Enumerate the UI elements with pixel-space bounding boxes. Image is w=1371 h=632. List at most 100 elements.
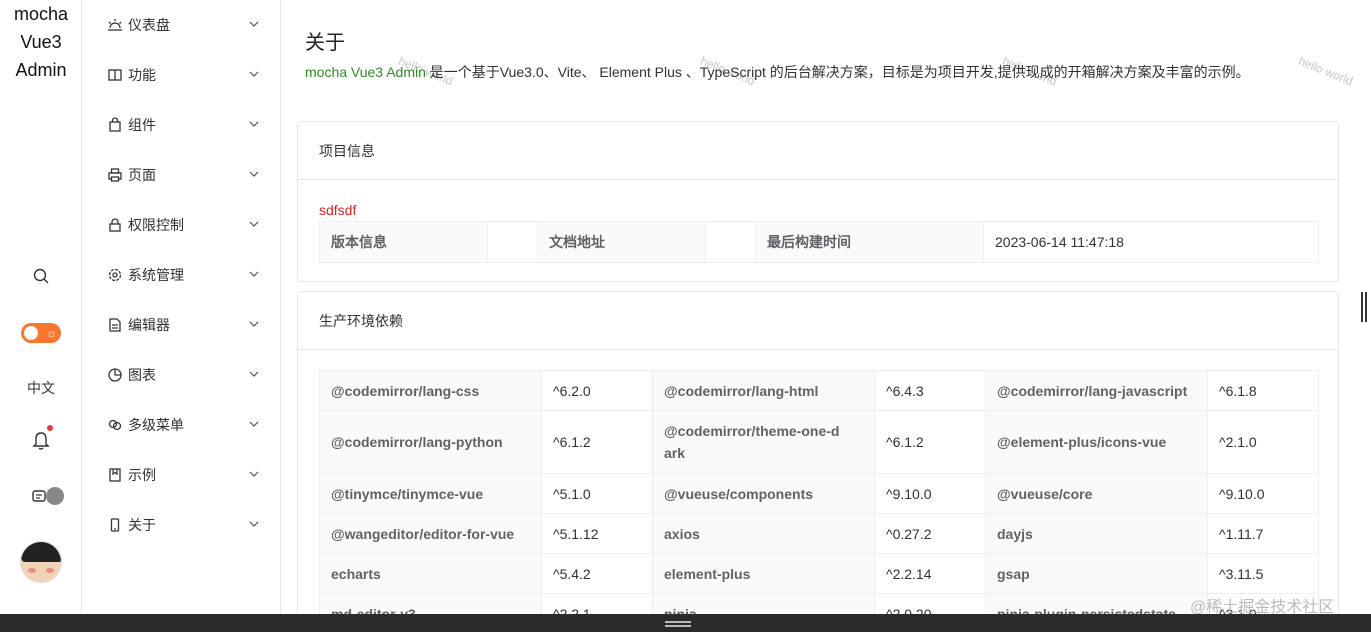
chevron-down-icon — [249, 221, 259, 227]
table-row: @wangeditor/editor-for-vue ^5.1.12 axios… — [319, 513, 1319, 554]
chevron-down-icon — [249, 121, 259, 127]
chevron-down-icon — [249, 21, 259, 27]
build-time-value: 2023-06-14 11:47:18 — [983, 221, 1319, 263]
avatar[interactable] — [20, 541, 62, 583]
theme-switch[interactable]: ☼ — [21, 323, 61, 343]
horizontal-resize-handle[interactable] — [665, 621, 691, 627]
version-label: 版本信息 — [319, 221, 488, 263]
sidebar-item-pages[interactable]: 页面 — [82, 150, 281, 200]
sidebar-item-features[interactable]: 功能 — [82, 50, 281, 100]
message-button[interactable] — [0, 481, 82, 513]
dependencies-card: 生产环境依赖 @codemirror/lang-css ^6.2.0 @code… — [297, 291, 1339, 614]
sidebar-item-multilevel[interactable]: 多级菜单 — [82, 400, 281, 450]
dep-name: axios — [652, 513, 875, 554]
avatar-cheek-right — [46, 568, 54, 573]
sidebar-item-label: 多级菜单 — [128, 417, 184, 433]
table-row: @codemirror/lang-python ^6.1.2 @codemirr… — [319, 410, 1319, 474]
dep-name: gsap — [985, 553, 1208, 594]
sidebar-item-label: 示例 — [128, 467, 156, 483]
dep-version: ^6.4.3 — [874, 370, 986, 411]
avatar-cheek-left — [28, 568, 36, 573]
notification-button[interactable] — [0, 425, 82, 457]
docs-label: 文档地址 — [537, 221, 706, 263]
app-logo[interactable]: mocha Vue3 Admin — [0, 0, 82, 84]
switch-knob — [24, 326, 38, 340]
shopping-bag-icon — [106, 116, 124, 134]
dep-version: ^0.27.2 — [874, 513, 986, 554]
chevron-down-icon — [249, 521, 259, 527]
dep-version: ^2.2.14 — [874, 553, 986, 594]
sidebar-item-examples[interactable]: 示例 — [82, 450, 281, 500]
sidebar-item-editor[interactable]: 编辑器 — [82, 300, 281, 350]
sidebar-item-dashboard[interactable]: 仪表盘 — [82, 0, 281, 50]
sidebar-item-system[interactable]: 系统管理 — [82, 250, 281, 300]
language-switch[interactable]: 中文 — [0, 372, 82, 404]
dep-name: @codemirror/lang-css — [319, 370, 542, 411]
page-title: 关于 — [305, 32, 345, 54]
pie-chart-icon — [106, 366, 124, 384]
table-row: @tinymce/tinymce-vue ^5.1.0 @vueuse/comp… — [319, 473, 1319, 514]
user-menu[interactable] — [0, 540, 82, 584]
dep-name: @vueuse/core — [985, 473, 1208, 514]
intro-text: mocha Vue3 Admin 是一个基于Vue3.0、Vite、 Eleme… — [305, 62, 1250, 82]
dep-name: pinia-plugin-persistedstate — [985, 593, 1208, 614]
dep-version: ^6.2.0 — [541, 370, 653, 411]
app-root: mocha Vue3 Admin ☼ 中文 仪表盘 功能 组件 页面 权限控制 … — [0, 0, 1371, 632]
theme-toggle[interactable]: ☼ — [0, 317, 82, 349]
main-content: hello world hello world hello world hell… — [281, 0, 1356, 614]
dep-version: ^2.0.20 — [874, 593, 986, 614]
table-row: 版本信息 文档地址 最后构建时间 2023-06-14 11:47:18 — [319, 221, 1319, 263]
lock-icon — [106, 216, 124, 234]
sidebar-item-label: 功能 — [128, 67, 156, 83]
dep-name: @tinymce/tinymce-vue — [319, 473, 542, 514]
link-icon — [106, 416, 124, 434]
sidebar-item-label: 组件 — [128, 117, 156, 133]
dep-version: ^1.11.7 — [1207, 513, 1319, 554]
chevron-down-icon — [249, 421, 259, 427]
search-button[interactable] — [0, 260, 82, 292]
status-badge — [46, 487, 64, 505]
dep-name: pinia — [652, 593, 875, 614]
chevron-down-icon — [249, 271, 259, 277]
book-icon — [106, 66, 124, 84]
dep-version: ^2.2.1 — [541, 593, 653, 614]
dep-version: ^9.10.0 — [1207, 473, 1319, 514]
sidebar-item-about[interactable]: 关于 — [82, 500, 281, 550]
sidebar-item-components[interactable]: 组件 — [82, 100, 281, 150]
sunrise-icon — [106, 16, 124, 34]
dep-name: dayjs — [985, 513, 1208, 554]
chevron-down-icon — [249, 71, 259, 77]
sidebar-item-charts[interactable]: 图表 — [82, 350, 281, 400]
chevron-down-icon — [249, 471, 259, 477]
sidebar-item-label: 系统管理 — [128, 267, 184, 283]
dep-version: ^5.4.2 — [541, 553, 653, 594]
project-info-table: 版本信息 文档地址 最后构建时间 2023-06-14 11:47:18 — [319, 221, 1319, 263]
chevron-down-icon — [249, 321, 259, 327]
table-row: @codemirror/lang-css ^6.2.0 @codemirror/… — [319, 370, 1319, 411]
dep-version: ^6.1.2 — [874, 410, 986, 474]
dep-name: element-plus — [652, 553, 875, 594]
dep-name: @wangeditor/editor-for-vue — [319, 513, 542, 554]
dep-version: ^5.1.0 — [541, 473, 653, 514]
sidebar-item-permission[interactable]: 权限控制 — [82, 200, 281, 250]
gear-icon — [106, 266, 124, 284]
vertical-resize-handle[interactable] — [1360, 292, 1368, 322]
dep-name: @codemirror/lang-javascript — [985, 370, 1208, 411]
docs-value[interactable] — [705, 221, 756, 263]
dep-name: @vueuse/components — [652, 473, 875, 514]
sidebar-item-label: 关于 — [128, 517, 156, 533]
project-info-header: 项目信息 — [298, 122, 1338, 180]
dep-version: ^9.10.0 — [874, 473, 986, 514]
sidebar-menu: 仪表盘 功能 组件 页面 权限控制 系统管理 编辑器 图表 多级菜单 示例 关于 — [82, 0, 281, 614]
sidebar-item-label: 编辑器 — [128, 317, 170, 333]
logo-line-2: Vue3 — [20, 32, 62, 52]
sidebar-item-label: 页面 — [128, 167, 156, 183]
table-row: md-editor-v3 ^2.2.1 pinia ^2.0.20 pinia-… — [319, 593, 1319, 614]
bell-icon — [32, 432, 50, 450]
logo-line-1: mocha — [13, 4, 69, 24]
version-value — [487, 221, 538, 263]
dependencies-table: @codemirror/lang-css ^6.2.0 @codemirror/… — [319, 370, 1319, 614]
build-time-label: 最后构建时间 — [755, 221, 984, 263]
icon-rail: mocha Vue3 Admin ☼ 中文 — [0, 0, 82, 614]
chevron-down-icon — [249, 171, 259, 177]
